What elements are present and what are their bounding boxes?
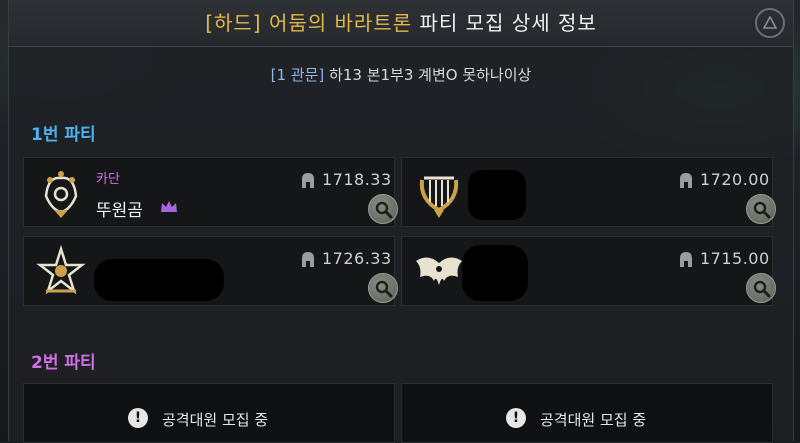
helmet-icon [680,252,692,267]
party-detail-panel: [하드] 어둠의 바라트론 파티 모집 상세 정보 [1 관문] 하13 본1부… [8,0,794,443]
search-icon [375,280,393,298]
redacted-nickname [94,259,224,301]
difficulty-label: [하드] [205,11,262,35]
item-level: 1718.33 [322,170,392,189]
nickname: 뚜원곰 [96,201,143,221]
redacted-nickname [468,170,526,220]
demon-wings-emblem-icon [416,257,462,285]
party1-label: 1번 파티 [31,125,96,145]
gate-tag: [1 관문] [270,66,325,84]
class-name: 카단 [96,172,120,187]
helmet-icon [302,252,314,267]
close-button[interactable] [755,8,785,38]
inspect-button[interactable] [746,194,776,224]
warrior-emblem-icon [44,171,78,218]
member-card: 카단 뚜원곰 1718.33 [23,157,398,227]
exclamation-icon: ! [506,408,526,428]
search-icon [375,201,393,219]
helmet-icon [302,173,314,188]
member-card: 1715.00 [401,236,776,306]
page-title: 파티 모집 상세 정보 [419,11,597,35]
exclamation-icon: ! [128,408,148,428]
inspect-button[interactable] [746,273,776,303]
redacted-nickname [462,245,528,301]
empty-slot-text: 공격대원 모집 중 [540,411,647,429]
item-level: 1715.00 [700,249,770,268]
close-icon [762,15,778,29]
search-icon [753,280,771,298]
member-card: 1726.33 [23,236,398,306]
title-bar: [하드] 어둠의 바라트론 파티 모집 상세 정보 [9,0,793,47]
empty-slot: ! 공격대원 모집 중 [23,383,395,443]
item-level: 1720.00 [700,170,770,189]
inspect-button[interactable] [368,194,398,224]
crown-icon [161,201,177,212]
empty-slot-text: 공격대원 모집 중 [162,411,269,429]
party2-label: 2번 파티 [31,353,96,373]
helmet-icon [680,173,692,188]
star-emblem-icon [36,245,86,295]
raid-name: 어둠의 바라트론 [268,11,413,35]
search-icon [753,201,771,219]
item-level: 1726.33 [322,249,392,268]
member-card: 1720.00 [401,157,776,227]
inspect-button[interactable] [368,273,398,303]
empty-slot: ! 공격대원 모집 중 [401,383,773,443]
recruit-text: 하13 본1부3 계변O 못하나이상 [329,66,532,84]
lyre-emblem-icon [419,176,459,218]
recruit-description: [1 관문] 하13 본1부3 계변O 못하나이상 [9,64,793,85]
